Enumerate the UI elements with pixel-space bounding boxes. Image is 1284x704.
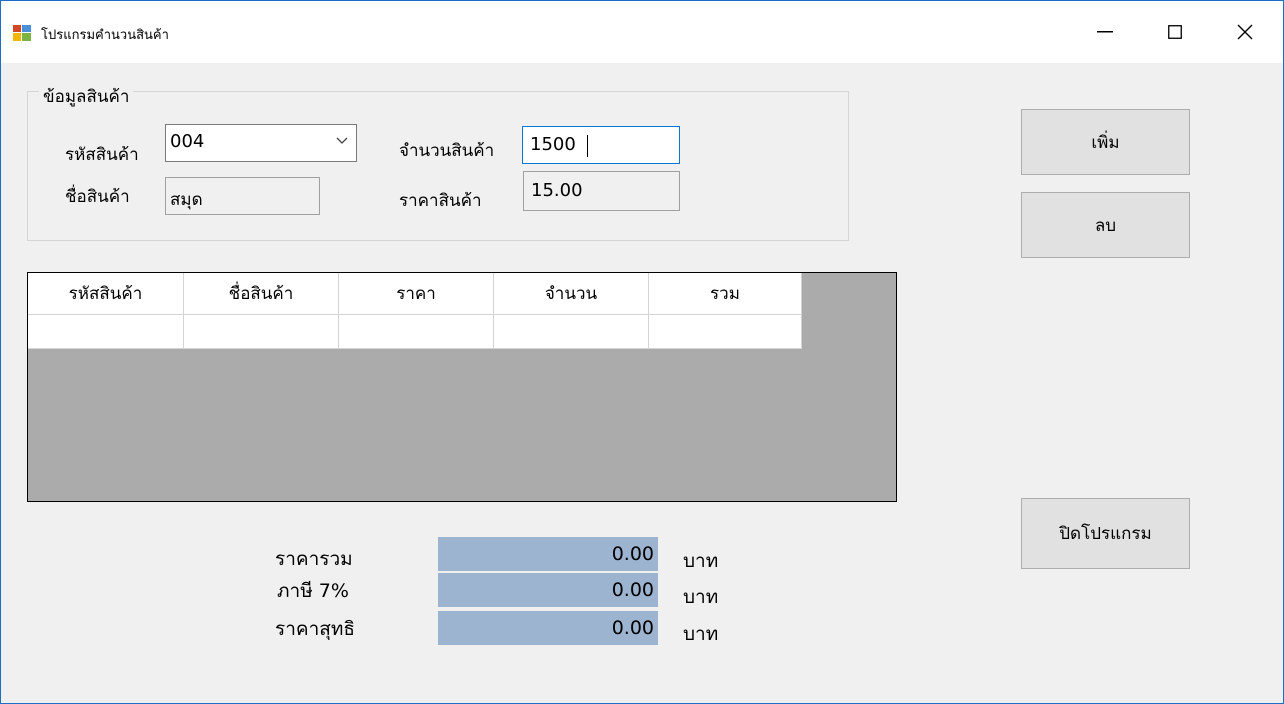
tax-value: 0.00	[438, 573, 658, 607]
grid-cell[interactable]	[649, 315, 802, 349]
close-program-button[interactable]: ปิดโปรแกรม	[1021, 498, 1190, 569]
net-unit: บาท	[683, 623, 719, 645]
grid-cell[interactable]	[184, 315, 339, 349]
grid-cell[interactable]	[494, 315, 649, 349]
quantity-input[interactable]: 1500	[522, 126, 680, 164]
close-icon	[1237, 24, 1253, 40]
product-name-value: สมุด	[170, 190, 203, 210]
quantity-label: จำนวนสินค้า	[399, 141, 495, 161]
delete-button[interactable]: ลบ	[1021, 192, 1190, 258]
add-button[interactable]: เพิ่ม	[1021, 109, 1190, 175]
main-window: โปรแกรมคำนวนสินค้า ข้อมูลสินค้า รหัสสินค…	[0, 0, 1284, 704]
group-title: ข้อมูลสินค้า	[39, 83, 134, 110]
table-row[interactable]	[28, 315, 802, 349]
grid-header-row: รหัสสินค้า ชื่อสินค้า ราคา จำนวน รวม	[28, 273, 802, 315]
product-price-field: 15.00	[523, 171, 680, 211]
product-code-combobox[interactable]: 004	[165, 124, 357, 162]
code-label: รหัสสินค้า	[65, 145, 139, 165]
title-bar[interactable]: โปรแกรมคำนวนสินค้า	[1, 1, 1283, 63]
product-name-field: สมุด	[165, 177, 320, 215]
grid-header-price[interactable]: ราคา	[339, 273, 494, 315]
grid-cell[interactable]	[339, 315, 494, 349]
subtotal-value: 0.00	[438, 537, 658, 571]
price-label: ราคาสินค้า	[399, 191, 482, 211]
grid-header-name[interactable]: ชื่อสินค้า	[184, 273, 339, 315]
net-label: ราคาสุทธิ	[275, 618, 355, 640]
product-info-groupbox	[27, 91, 849, 241]
tax-label: ภาษี 7%	[277, 580, 349, 602]
tax-unit: บาท	[683, 586, 719, 608]
name-label: ชื่อสินค้า	[65, 187, 130, 207]
minimize-icon	[1097, 31, 1113, 33]
text-caret	[587, 135, 588, 157]
product-price-value: 15.00	[531, 180, 583, 201]
combo-value: 004	[170, 131, 205, 152]
product-grid[interactable]: รหัสสินค้า ชื่อสินค้า ราคา จำนวน รวม	[27, 272, 897, 502]
grid-header-code[interactable]: รหัสสินค้า	[28, 273, 184, 315]
minimize-button[interactable]	[1075, 11, 1135, 53]
quantity-value: 1500	[530, 134, 576, 155]
net-value: 0.00	[438, 611, 658, 645]
app-icon	[13, 25, 31, 41]
subtotal-unit: บาท	[683, 550, 719, 572]
window-title: โปรแกรมคำนวนสินค้า	[41, 28, 169, 43]
grid-header-total[interactable]: รวม	[649, 273, 802, 315]
grid-header-quantity[interactable]: จำนวน	[494, 273, 649, 315]
maximize-icon	[1168, 25, 1182, 39]
chevron-down-icon[interactable]	[336, 137, 348, 145]
grid-cell[interactable]	[28, 315, 184, 349]
close-window-button[interactable]	[1215, 11, 1275, 53]
maximize-button[interactable]	[1145, 11, 1205, 53]
subtotal-label: ราคารวม	[275, 548, 353, 570]
